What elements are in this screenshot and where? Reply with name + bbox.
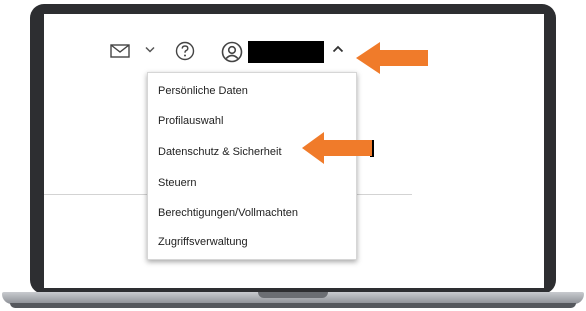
help-icon[interactable] [175, 41, 195, 61]
user-icon[interactable] [221, 41, 243, 63]
laptop-notch [258, 292, 328, 298]
laptop-base-shadow [10, 303, 576, 308]
menu-item-zugriffsverwaltung[interactable]: Zugriffsverwaltung [158, 236, 248, 248]
username-redacted[interactable] [248, 41, 324, 63]
screen: Persönliche Daten Profilauswahl Datensch… [44, 14, 544, 288]
menu-item-steuern[interactable]: Steuern [158, 177, 197, 189]
menu-item-datenschutz-sicherheit[interactable]: Datenschutz & Sicherheit [158, 146, 282, 158]
annotation-arrow-menu [302, 132, 372, 164]
chevron-down-icon[interactable] [145, 46, 155, 54]
menu-item-berechtigungen-vollmachten[interactable]: Berechtigungen/Vollmachten [158, 207, 298, 219]
chevron-up-icon[interactable] [332, 44, 344, 54]
profile-dropdown-menu: Persönliche Daten Profilauswahl Datensch… [147, 72, 357, 260]
annotation-arrow-top [356, 42, 428, 74]
mail-icon[interactable] [110, 44, 130, 58]
menu-item-profilauswahl[interactable]: Profilauswahl [158, 115, 223, 127]
menu-item-persoenliche-daten[interactable]: Persönliche Daten [158, 85, 248, 97]
